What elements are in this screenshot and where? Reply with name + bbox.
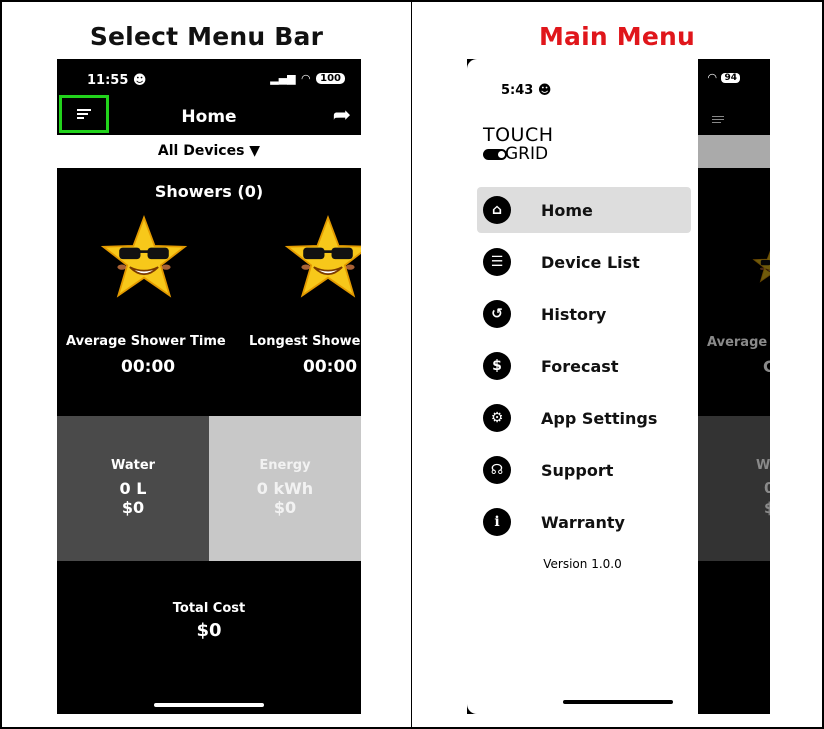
screen-title: Home — [181, 107, 237, 127]
devices-label: All Devices — [157, 143, 245, 159]
right-panel: Main Menu ◠ 94 Average C Wa 0 $ 5:43 ☻ TO… — [411, 0, 824, 729]
menu-item-label: Support — [541, 460, 614, 480]
star-sunglasses-icon — [102, 216, 186, 297]
signal-icon: ▂▄▆ — [270, 72, 296, 85]
energy-tile[interactable]: Energy 0 kWh $0 — [209, 416, 361, 561]
menu-item-label: App Settings — [541, 408, 658, 428]
battery-indicator: 100 — [316, 73, 345, 84]
face-icon: ☻ — [537, 83, 552, 98]
menu-item-label: Warranty — [541, 512, 625, 532]
triangle-down-icon: ▼ — [249, 143, 261, 159]
bg-devices-bar — [698, 135, 770, 168]
navigation-drawer: 5:43 ☻ TOUCH GRID ⌂ Home ☰ Device List ↺… — [467, 59, 698, 714]
bg-water-amount: 0 — [764, 479, 770, 497]
energy-cost: $0 — [273, 498, 297, 517]
menu-item-label: Home — [541, 200, 593, 220]
app-version: Version 1.0.0 — [543, 557, 622, 571]
wifi-icon: ◠ — [301, 72, 311, 85]
toggle-icon — [483, 149, 507, 161]
wifi-icon: ◠ — [708, 71, 717, 84]
bg-water-title: Wa — [756, 458, 770, 473]
touchgrid-logo: TOUCH GRID — [483, 124, 554, 164]
panel-title-right: Main Menu — [538, 22, 696, 51]
face-icon: ☻ — [132, 73, 147, 88]
menu-item-warranty[interactable]: i Warranty — [477, 499, 691, 545]
menu-item-app-settings[interactable]: ⚙ App Settings — [477, 395, 691, 441]
bg-water-cost: $ — [764, 499, 770, 517]
home-icon: ⌂ — [483, 196, 511, 224]
menu-item-history[interactable]: ↺ History — [477, 291, 691, 337]
phone-screen-menu: ◠ 94 Average C Wa 0 $ 5:43 ☻ TOUCH GRID ⌂… — [467, 59, 770, 714]
star-sunglasses-icon — [286, 216, 361, 297]
energy-amount: 0 kWh — [256, 479, 314, 498]
share-icon[interactable]: ➦ — [333, 103, 351, 128]
headset-icon: ☊ — [483, 456, 511, 484]
history-icon: ↺ — [483, 300, 511, 328]
metric-label: Average Shower Time — [66, 334, 226, 349]
menu-item-support[interactable]: ☊ Support — [477, 447, 691, 493]
total-cost: Total Cost $0 — [57, 601, 361, 641]
gear-icon: ⚙ — [483, 404, 511, 432]
water-title: Water — [110, 458, 156, 473]
home-indicator[interactable] — [154, 703, 264, 707]
menu-item-label: Forecast — [541, 356, 619, 376]
water-tile[interactable]: Water 0 L $0 — [57, 416, 209, 561]
dollar-icon: $ — [483, 352, 511, 380]
water-cost: $0 — [121, 498, 145, 517]
status-icons: ▂▄▆ ◠ 100 — [270, 72, 345, 85]
menu-item-home[interactable]: ⌂ Home — [477, 187, 691, 233]
devices-dropdown[interactable]: All Devices ▼ — [57, 135, 361, 168]
panel-title-left: Select Menu Bar — [89, 22, 324, 51]
bg-water-tile — [698, 416, 770, 561]
phone-screen-home: 11:55 ☻ ▂▄▆ ◠ 100 Home ➦ All Devices ▼ S… — [57, 59, 361, 714]
hamburger-icon — [712, 114, 724, 125]
battery-indicator: 94 — [721, 72, 740, 83]
total-cost-label: Total Cost — [172, 601, 246, 616]
metric-value: 00:00 — [303, 357, 358, 377]
metric-value: 00:00 — [121, 357, 176, 377]
list-icon: ☰ — [483, 248, 511, 276]
menu-item-device-list[interactable]: ☰ Device List — [477, 239, 691, 285]
star-sunglasses-icon — [753, 245, 770, 283]
menu-item-label: History — [541, 304, 607, 324]
status-time: 11:55 ☻ — [87, 73, 147, 88]
info-icon: i — [483, 508, 511, 536]
metric-label: Longest Showe — [249, 334, 361, 349]
bg-metric-value: C — [763, 357, 770, 376]
total-cost-value: $0 — [196, 620, 222, 641]
bg-metric-label: Average — [707, 335, 768, 350]
bg-status-icons: ◠ 94 — [708, 71, 740, 84]
menu-item-forecast[interactable]: $ Forecast — [477, 343, 691, 389]
status-time: 5:43 ☻ — [501, 83, 552, 98]
home-indicator[interactable] — [563, 700, 673, 704]
water-amount: 0 L — [119, 479, 147, 498]
showers-count: Showers (0) — [154, 182, 264, 201]
left-panel: Select Menu Bar 11:55 ☻ ▂▄▆ ◠ 100 Home ➦… — [0, 0, 412, 729]
menu-item-label: Device List — [541, 252, 640, 272]
energy-title: Energy — [259, 458, 311, 473]
